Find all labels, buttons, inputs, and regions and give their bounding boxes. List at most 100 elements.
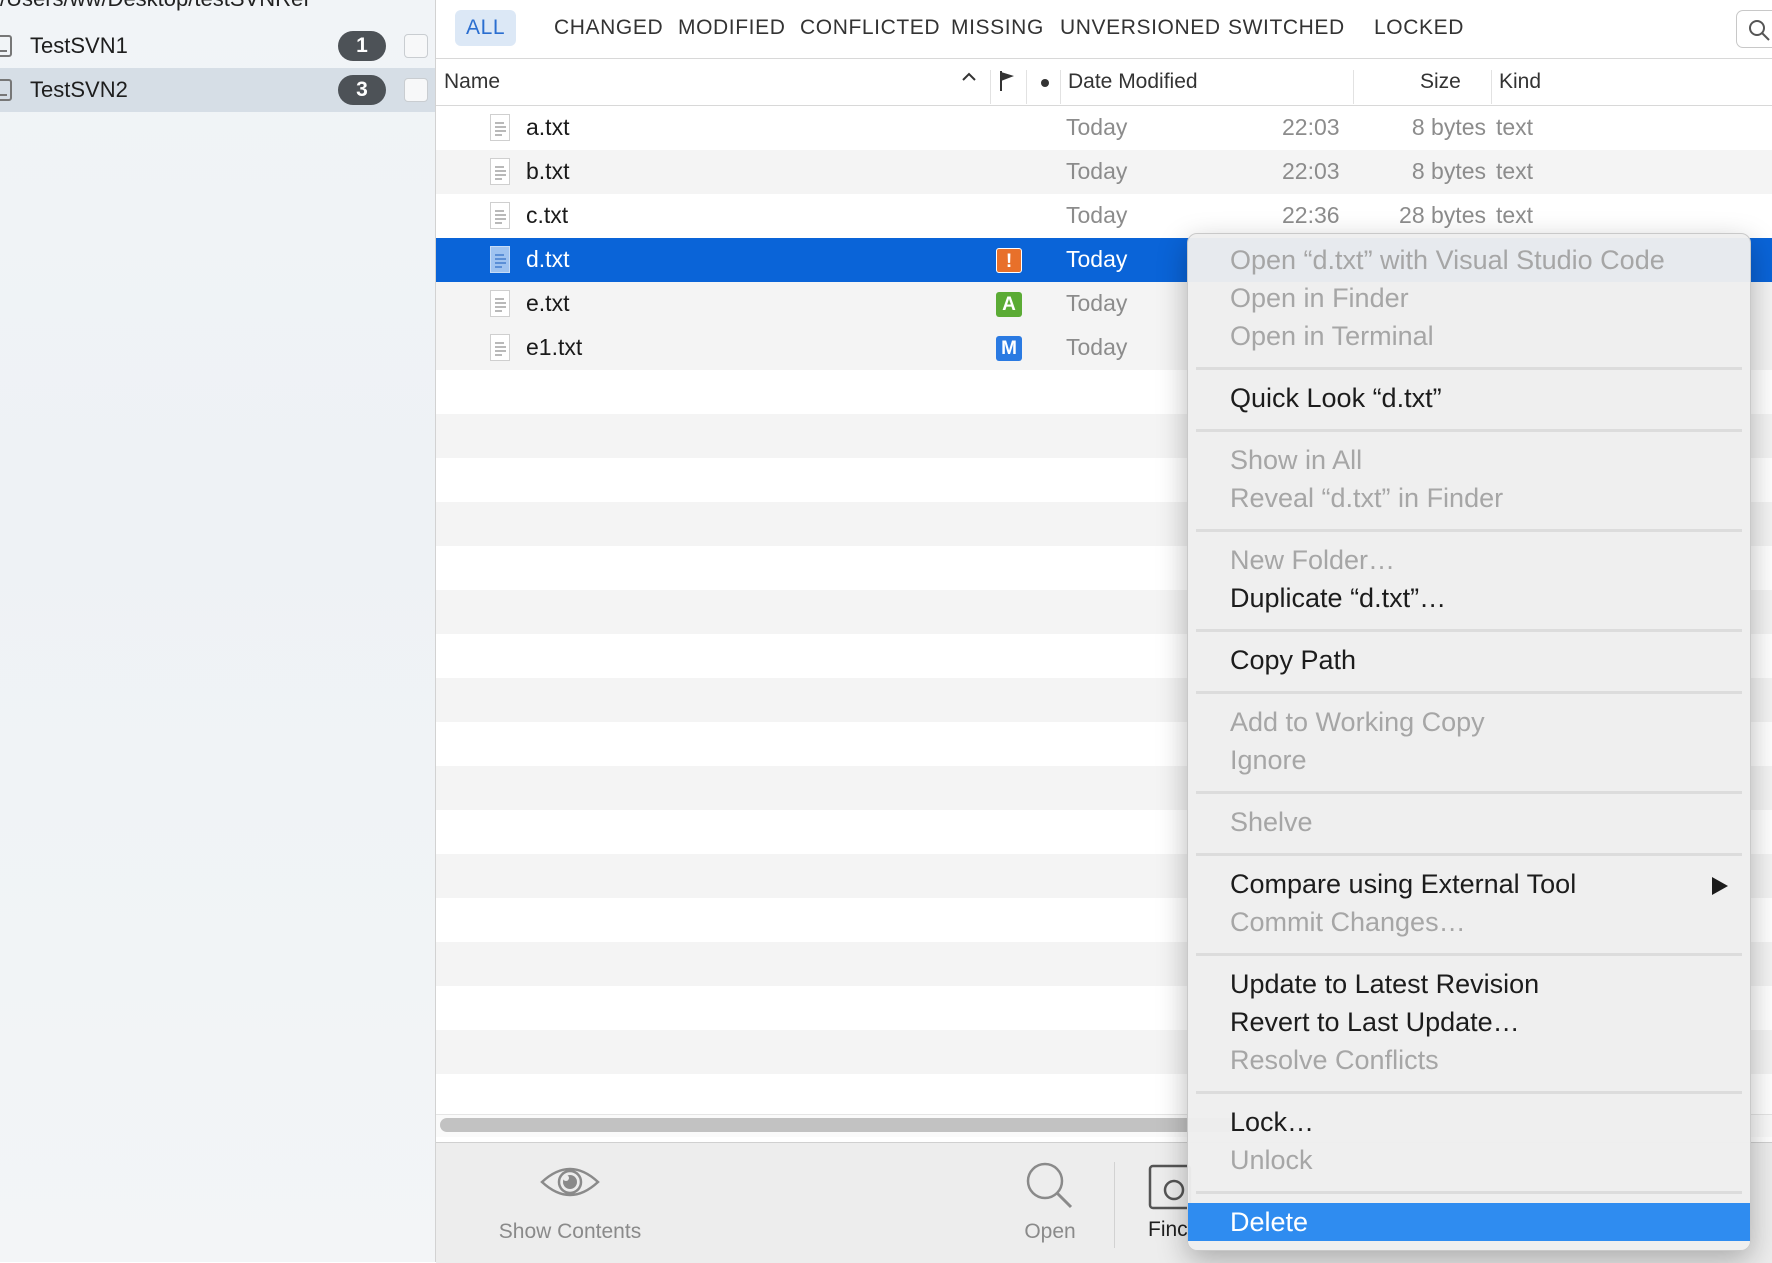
column-divider [1491, 70, 1492, 104]
menu-item-shelve[interactable]: Shelve [1188, 803, 1750, 841]
submenu-arrow-icon [1712, 877, 1728, 895]
menu-separator [1196, 953, 1742, 956]
menu-separator [1196, 691, 1742, 694]
show-contents-label: Show Contents [498, 1220, 642, 1243]
tab-missing[interactable]: MISSING [940, 10, 1055, 46]
menu-item-commit-changes[interactable]: Commit Changes… [1188, 903, 1750, 941]
filter-tabs: ALL CHANGED MODIFIED CONFLICTED MISSING … [436, 0, 1772, 59]
column-divider [1060, 70, 1061, 104]
menu-item-reveal-in-finder[interactable]: Reveal “d.txt” in Finder [1188, 479, 1750, 517]
magnifier-icon [1026, 1162, 1073, 1209]
menu-item-label: Compare using External Tool [1230, 869, 1577, 899]
menu-item-resolve-conflicts[interactable]: Resolve Conflicts [1188, 1041, 1750, 1079]
menu-item-lock[interactable]: Lock… [1188, 1103, 1750, 1141]
menu-item-update-latest[interactable]: Update to Latest Revision [1188, 965, 1750, 1003]
context-menu: Open “d.txt” with Visual Studio Code Ope… [1187, 233, 1751, 1251]
eye-icon [540, 1167, 600, 1197]
menu-separator [1196, 853, 1742, 856]
sidebar: /Users/ww/Desktop/testSVNRef TestSVN1 1 … [0, 0, 436, 1262]
file-kind: text [1496, 114, 1534, 140]
text-file-icon [490, 290, 510, 317]
modified-status-badge: M [996, 336, 1022, 361]
file-name: b.txt [526, 158, 570, 184]
file-name: a.txt [526, 114, 570, 140]
file-date: Today [1066, 202, 1128, 228]
menu-item-revert[interactable]: Revert to Last Update… [1188, 1003, 1750, 1041]
open-label: Open [1024, 1220, 1076, 1243]
finder-window-icon [1148, 1164, 1192, 1210]
file-size: 28 bytes [1399, 202, 1486, 228]
file-row-b-txt[interactable]: b.txt Today 22:03 8 bytes text [436, 150, 1772, 194]
column-kind[interactable]: Kind [1499, 70, 1541, 94]
menu-item-open-in-finder[interactable]: Open in Finder [1188, 279, 1750, 317]
menu-separator [1196, 629, 1742, 632]
tab-unversioned[interactable]: UNVERSIONED [1049, 10, 1232, 46]
file-time: 22:03 [1282, 158, 1340, 184]
menu-separator [1196, 791, 1742, 794]
menu-item-compare-external-tool[interactable]: Compare using External Tool [1188, 865, 1750, 903]
column-date-modified[interactable]: Date Modified [1068, 70, 1198, 94]
menu-separator [1196, 429, 1742, 432]
menu-item-delete[interactable]: Delete [1188, 1203, 1750, 1241]
file-name: e1.txt [526, 334, 583, 360]
menu-item-open-with-vscode[interactable]: Open “d.txt” with Visual Studio Code [1188, 241, 1750, 279]
tab-changed[interactable]: CHANGED [543, 10, 674, 46]
menu-item-quick-look[interactable]: Quick Look “d.txt” [1188, 379, 1750, 417]
tab-conflicted[interactable]: CONFLICTED [789, 10, 951, 46]
column-divider [1353, 70, 1354, 104]
repository-icon [0, 35, 12, 57]
file-name: c.txt [526, 202, 569, 228]
tab-switched[interactable]: SWITCHED [1217, 10, 1356, 46]
column-divider [990, 70, 991, 104]
search-button[interactable] [1736, 10, 1772, 48]
menu-item-add-to-working-copy[interactable]: Add to Working Copy [1188, 703, 1750, 741]
sidebar-item-testsvn2[interactable]: TestSVN2 3 [0, 68, 435, 112]
file-time: 22:03 [1282, 114, 1340, 140]
show-contents-button[interactable]: Show Contents [490, 1160, 650, 1244]
menu-item-new-folder[interactable]: New Folder… [1188, 541, 1750, 579]
menu-item-open-in-terminal[interactable]: Open in Terminal [1188, 317, 1750, 355]
search-icon [1749, 20, 1770, 41]
sidebar-item-testsvn1[interactable]: TestSVN1 1 [0, 24, 435, 68]
menu-item-show-in-all[interactable]: Show in All [1188, 441, 1750, 479]
text-file-icon [490, 114, 510, 141]
repo-name: TestSVN1 [30, 33, 128, 58]
menu-separator [1196, 367, 1742, 370]
tab-locked[interactable]: LOCKED [1363, 10, 1475, 46]
column-size[interactable]: Size [1420, 70, 1461, 94]
toolbar-divider [1114, 1162, 1115, 1248]
menu-item-copy-path[interactable]: Copy Path [1188, 641, 1750, 679]
flag-icon[interactable] [998, 69, 1016, 99]
menu-separator [1196, 529, 1742, 532]
file-name: d.txt [526, 246, 570, 272]
file-time: 22:36 [1282, 202, 1340, 228]
file-size: 8 bytes [1411, 158, 1486, 184]
column-header: Name Date Modified Size Kind [436, 59, 1772, 106]
file-date: Today [1066, 114, 1128, 140]
horizontal-scrollbar[interactable] [440, 1118, 1240, 1132]
file-row-a-txt[interactable]: a.txt Today 22:03 8 bytes text [436, 106, 1772, 150]
file-name: e.txt [526, 290, 570, 316]
status-dot-icon[interactable] [1039, 69, 1051, 99]
tab-modified[interactable]: MODIFIED [667, 10, 796, 46]
added-status-badge: A [996, 292, 1022, 317]
repo-name: TestSVN2 [30, 77, 128, 102]
tab-all[interactable]: ALL [455, 10, 517, 46]
file-row-c-txt[interactable]: c.txt Today 22:36 28 bytes text [436, 194, 1772, 238]
file-kind: text [1496, 158, 1534, 184]
menu-item-unlock[interactable]: Unlock [1188, 1141, 1750, 1179]
column-name[interactable]: Name [444, 70, 500, 94]
open-button[interactable]: Open [1005, 1160, 1095, 1244]
sort-ascending-icon[interactable] [961, 67, 977, 93]
text-file-icon [490, 202, 510, 229]
text-file-icon [490, 158, 510, 185]
menu-item-ignore[interactable]: Ignore [1188, 741, 1750, 779]
repo-checkbox[interactable] [404, 34, 428, 58]
file-date: Today [1066, 246, 1128, 272]
menu-item-duplicate[interactable]: Duplicate “d.txt”… [1188, 579, 1750, 617]
menu-separator [1196, 1191, 1742, 1194]
repo-checkbox[interactable] [404, 78, 428, 102]
file-size: 8 bytes [1411, 114, 1486, 140]
file-date: Today [1066, 334, 1128, 360]
file-date: Today [1066, 290, 1128, 316]
